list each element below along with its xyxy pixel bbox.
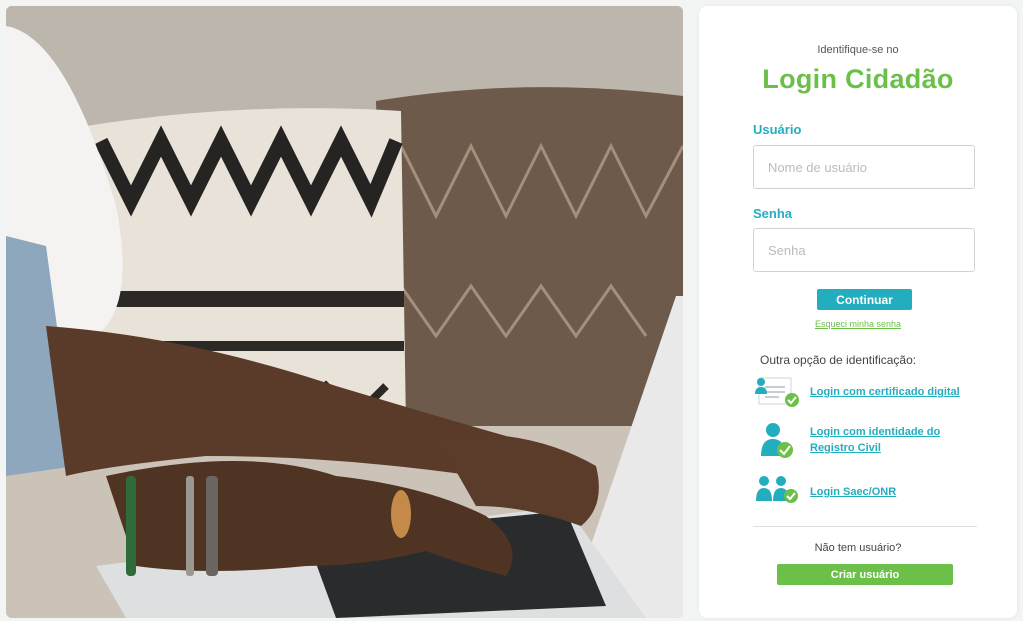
password-label: Senha — [753, 206, 793, 221]
login-title: Login Cidadão — [762, 64, 954, 94]
other-options-label: Outra opção de identificação: — [760, 353, 917, 367]
continue-button[interactable]: Continuar — [817, 289, 912, 310]
civil-registry-identity-icon — [753, 420, 805, 465]
option-digital-certificate[interactable]: Login com certificado digital — [753, 372, 983, 412]
civil-registry-link-line1[interactable]: Login com identidade do — [810, 424, 940, 440]
create-user-button[interactable]: Criar usuário — [777, 564, 953, 585]
option-civil-registry[interactable]: Login com identidade do Registro Civil — [753, 420, 983, 466]
option-saec-onr[interactable]: Login Saec/ONR — [753, 472, 983, 508]
forgot-password-link[interactable]: Esqueci minha senha — [699, 319, 1017, 329]
username-input[interactable] — [753, 145, 975, 189]
no-account-text: Não tem usuário? — [814, 542, 902, 554]
saec-onr-link[interactable]: Login Saec/ONR — [810, 484, 896, 500]
hero-photo — [6, 6, 683, 618]
login-panel: Identifique-se no Login Cidadão Usuário … — [699, 6, 1017, 618]
username-label: Usuário — [753, 122, 802, 137]
password-input[interactable] — [753, 228, 975, 272]
saec-onr-users-icon — [753, 472, 805, 511]
divider — [753, 526, 977, 527]
login-intro-text: Identifique-se no — [817, 44, 899, 56]
digital-certificate-icon — [753, 372, 805, 415]
digital-certificate-link[interactable]: Login com certificado digital — [810, 384, 960, 400]
civil-registry-link-line2[interactable]: Registro Civil — [810, 440, 881, 456]
